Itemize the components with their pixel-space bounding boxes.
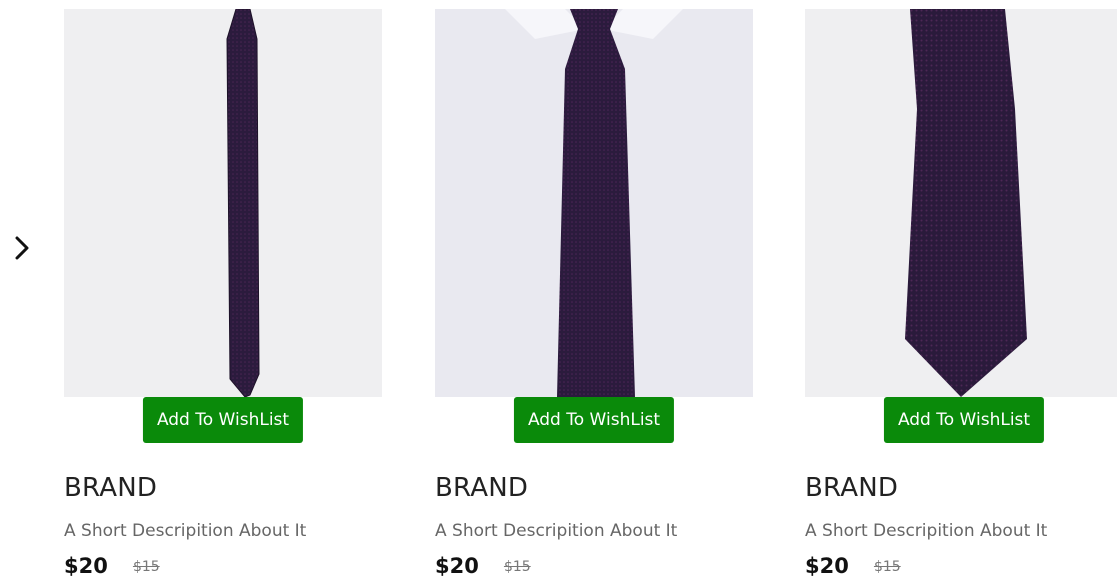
product-image[interactable] — [64, 9, 382, 397]
add-to-wishlist-button[interactable]: Add To WishList — [883, 397, 1045, 443]
product-image[interactable] — [435, 9, 753, 397]
product-old-price: $15 — [132, 559, 160, 575]
product-old-price: $15 — [873, 559, 901, 575]
product-prices: $20 $15 — [805, 554, 901, 578]
product-description: A Short Descripition About It — [64, 521, 307, 541]
product-brand: BRAND — [435, 473, 529, 503]
chevron-right-icon — [15, 236, 29, 260]
product-price: $20 — [64, 554, 108, 578]
product-description: A Short Descripition About It — [435, 521, 678, 541]
carousel-next-button[interactable] — [8, 230, 36, 266]
product-prices: $20 $15 — [64, 554, 160, 578]
product-description: A Short Descripition About It — [805, 521, 1048, 541]
product-brand: BRAND — [64, 473, 158, 503]
product-old-price: $15 — [503, 559, 531, 575]
product-brand: BRAND — [805, 473, 899, 503]
product-price: $20 — [435, 554, 479, 578]
product-prices: $20 $15 — [435, 554, 531, 578]
add-to-wishlist-button[interactable]: Add To WishList — [142, 397, 304, 443]
product-image[interactable] — [805, 9, 1117, 397]
product-card[interactable]: Add To WishList BRAND A Short Descripiti… — [805, 9, 1117, 578]
product-card[interactable]: Add To WishList BRAND A Short Descripiti… — [435, 9, 753, 578]
product-price: $20 — [805, 554, 849, 578]
product-card[interactable]: Add To WishList BRAND A Short Descripiti… — [64, 9, 382, 578]
product-carousel: Add To WishList BRAND A Short Descripiti… — [0, 0, 1117, 582]
add-to-wishlist-button[interactable]: Add To WishList — [513, 397, 675, 443]
